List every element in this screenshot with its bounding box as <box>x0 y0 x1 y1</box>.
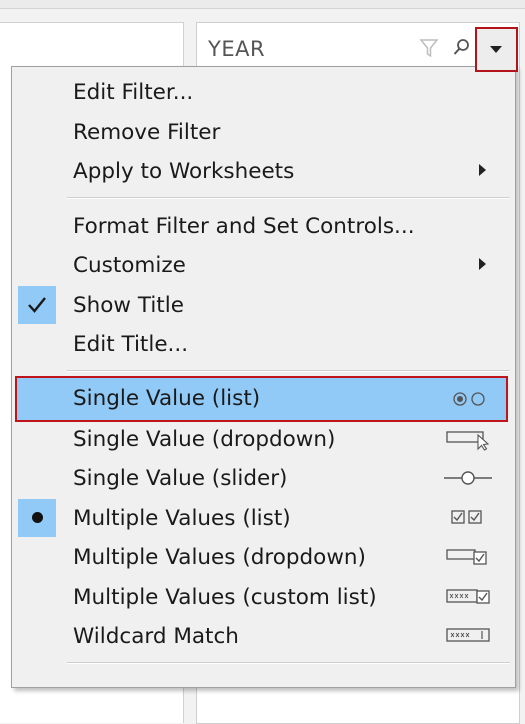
menu-item-label: Remove Filter <box>73 120 221 145</box>
menu-item-label: Wildcard Match <box>73 624 239 649</box>
menu-item-label: Single Value (dropdown) <box>73 427 336 452</box>
menu-item-single-value-list[interactable]: Single Value (list) <box>15 376 508 422</box>
toolbar-strip <box>0 0 525 9</box>
checkmark-indicator <box>18 286 56 324</box>
slider-control-icon <box>444 471 492 485</box>
chevron-down-icon <box>490 46 502 53</box>
menu-item-label: Apply to Worksheets <box>73 159 295 184</box>
menu-item-label: Multiple Values (dropdown) <box>73 545 366 570</box>
chevron-right-icon <box>479 164 486 176</box>
filter-menu-dropdown-button[interactable] <box>475 27 518 72</box>
menu-item-label: Edit Filter... <box>73 80 194 105</box>
radio-buttons-icon <box>453 392 485 406</box>
menu-item-apply-to-worksheets[interactable]: Apply to Worksheets <box>12 152 515 190</box>
checkmark-icon <box>28 297 46 313</box>
menu-item-label: Show Title <box>73 293 184 318</box>
menu-item-edit-filter[interactable]: Edit Filter... <box>12 73 515 111</box>
menu-item-multiple-values-custom-list[interactable]: Multiple Values (custom list) <box>12 578 515 616</box>
menu-item-label: Single Value (list) <box>73 386 261 411</box>
menu-item-edit-title[interactable]: Edit Title... <box>12 325 515 363</box>
menu-item-label: Customize <box>73 253 186 278</box>
checkbox-list-icon <box>451 510 482 524</box>
menu-item-show-title[interactable]: Show Title <box>12 286 515 324</box>
dropdown-control-icon <box>446 431 490 451</box>
chevron-right-icon <box>479 258 486 270</box>
menu-item-multiple-values-list[interactable]: Multiple Values (list) <box>12 499 515 537</box>
menu-item-label: Multiple Values (list) <box>73 506 291 531</box>
menu-item-format-filter-and-set-controls[interactable]: Format Filter and Set Controls... <box>12 207 515 245</box>
custom-list-icon <box>446 589 490 604</box>
menu-item-label: Single Value (slider) <box>73 466 288 491</box>
menu-item-label: Edit Title... <box>73 332 189 357</box>
bullet-icon <box>32 512 43 523</box>
menu-item-label: Format Filter and Set Controls... <box>73 214 415 239</box>
search-icon[interactable] <box>451 37 473 61</box>
menu-item-single-value-slider[interactable]: Single Value (slider) <box>12 459 515 497</box>
filter-context-menu: Edit Filter... Remove Filter Apply to Wo… <box>11 66 516 688</box>
menu-separator <box>67 370 510 372</box>
bullet-indicator <box>18 499 56 537</box>
filter-icon[interactable] <box>419 37 441 61</box>
filter-title: YEAR <box>208 37 266 61</box>
menu-item-wildcard-match[interactable]: Wildcard Match <box>12 617 515 655</box>
menu-separator <box>67 197 510 199</box>
menu-item-single-value-dropdown[interactable]: Single Value (dropdown) <box>12 420 515 458</box>
menu-item-multiple-values-dropdown[interactable]: Multiple Values (dropdown) <box>12 538 515 576</box>
wildcard-text-field-icon <box>446 628 490 642</box>
menu-item-remove-filter[interactable]: Remove Filter <box>12 113 515 151</box>
menu-separator <box>67 662 510 664</box>
checkbox-dropdown-icon <box>446 549 487 565</box>
menu-item-customize[interactable]: Customize <box>12 246 515 284</box>
menu-item-label: Multiple Values (custom list) <box>73 585 377 610</box>
